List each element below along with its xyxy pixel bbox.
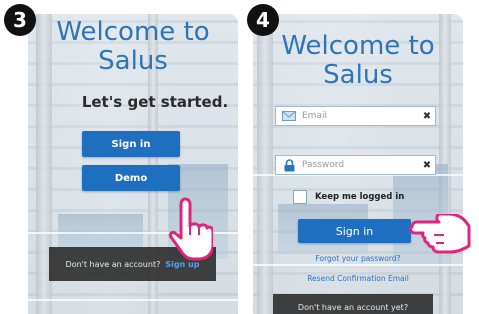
padlock-icon [276, 158, 302, 172]
signup-bar: Don't have an account yet? [273, 294, 433, 314]
email-placeholder: Email [302, 111, 327, 121]
welcome-screen: Welcome to Salus Let's get started. Sign… [28, 14, 238, 314]
clear-password-icon[interactable]: ✖ [419, 160, 435, 171]
getting-started-heading: Let's get started. [81, 93, 229, 111]
demo-button[interactable]: Demo [82, 165, 180, 191]
welcome-title-line1: Welcome to [281, 31, 435, 61]
clear-email-icon[interactable]: ✖ [419, 111, 435, 122]
resend-confirmation-link[interactable]: Resend Confirmation Email [253, 274, 463, 283]
sign-in-button[interactable]: Sign in [298, 219, 411, 243]
welcome-title-line2: Salus [323, 60, 393, 90]
no-account-text: Don't have an account? [65, 259, 161, 269]
envelope-icon [276, 111, 302, 121]
keep-logged-in-checkbox[interactable] [293, 190, 307, 204]
keep-logged-in-label: Keep me logged in [315, 192, 405, 202]
pointing-hand-icon [168, 197, 213, 261]
no-account-yet-text[interactable]: Don't have an account yet? [298, 303, 408, 312]
pointing-hand-icon [410, 214, 471, 254]
keep-logged-in[interactable]: Keep me logged in [293, 190, 404, 204]
login-screen: Welcome to Salus Email ✖ Password ✖ Keep… [253, 14, 463, 314]
welcome-title-line1: Welcome to [56, 17, 210, 47]
email-field[interactable]: Email ✖ [275, 106, 436, 126]
step-3-badge: 3 [4, 4, 36, 36]
step-4-badge: 4 [247, 4, 279, 36]
welcome-title-line2: Salus [98, 46, 168, 76]
password-field[interactable]: Password ✖ [275, 155, 436, 175]
sign-in-button[interactable]: Sign in [82, 131, 180, 157]
password-placeholder: Password [302, 160, 345, 170]
